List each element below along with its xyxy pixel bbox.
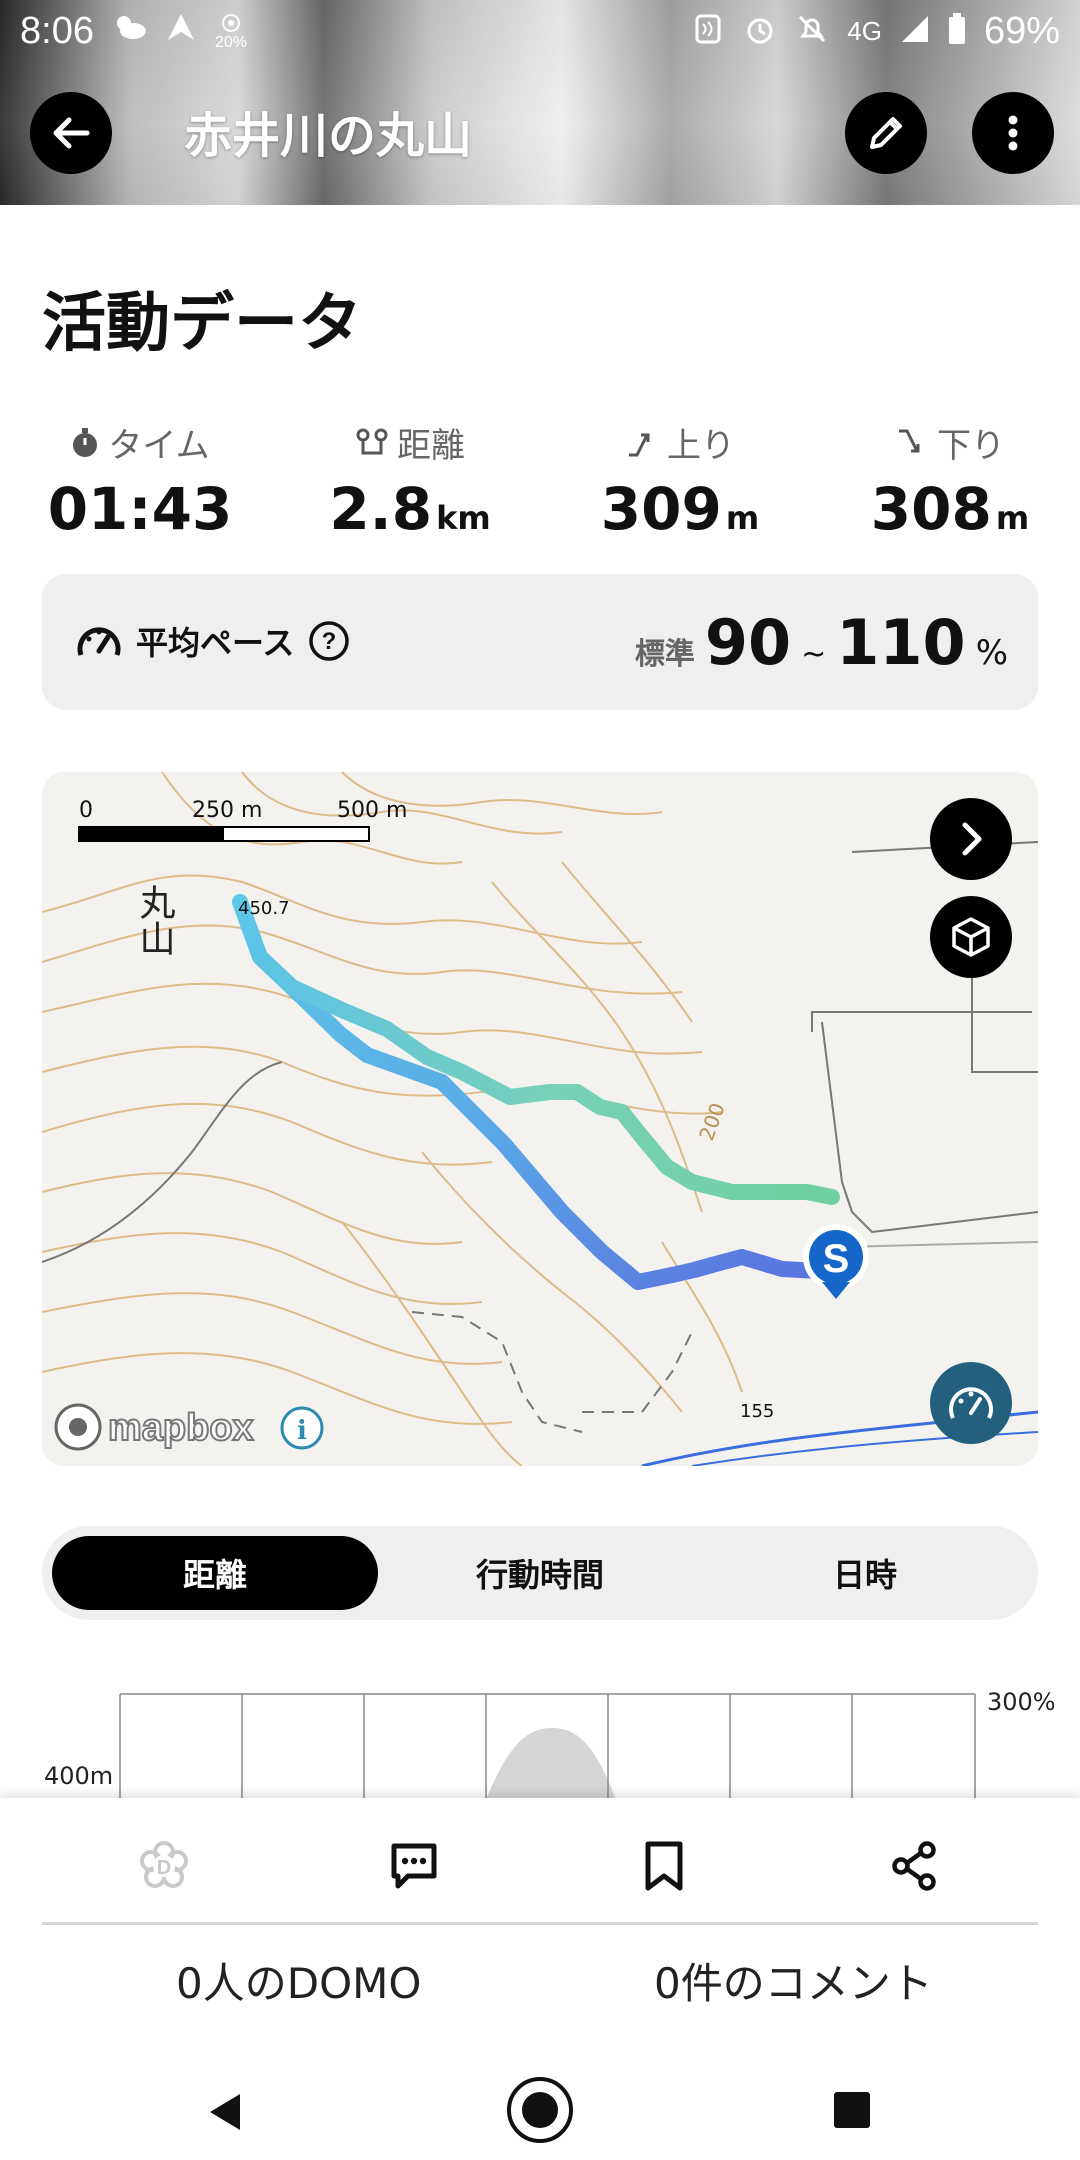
chevron-right-icon: [962, 822, 982, 856]
battery-icon: [948, 12, 966, 50]
ascent-icon: [629, 433, 650, 456]
domo-flower-icon: D: [140, 1841, 188, 1888]
pace-label: 平均ペース: [136, 624, 295, 662]
domo-button[interactable]: D: [132, 1834, 196, 1898]
tab-moving-time[interactable]: 行動時間: [377, 1536, 703, 1610]
stat-distance-label: 距離: [397, 426, 465, 466]
stat-descent-unit: m: [995, 499, 1030, 537]
start-marker-label: S: [823, 1237, 850, 1281]
share-icon: [892, 1841, 936, 1891]
descent-icon: [899, 429, 920, 452]
stat-ascent: 上り 309 m: [580, 418, 780, 543]
comment-count[interactable]: 0件のコメント: [654, 1950, 933, 2011]
nav-recents-icon[interactable]: [830, 2088, 874, 2132]
stat-time-value: 01:43: [47, 475, 233, 543]
stat-descent-value: 308: [870, 475, 992, 543]
back-button[interactable]: [30, 92, 112, 174]
stat-ascent-value: 309: [600, 475, 722, 543]
bookmark-button[interactable]: [632, 1834, 696, 1898]
stats-row: タイム 01:43 距離 2.8 km 上り 309 m 下り 308 m: [0, 418, 1080, 543]
navigation-icon: [166, 12, 196, 50]
comment-icon: [391, 1843, 437, 1889]
stat-ascent-unit: m: [725, 499, 760, 537]
temperature-badge: 20%: [214, 13, 248, 50]
stopwatch-icon: [73, 427, 98, 457]
stat-time-label: タイム: [108, 426, 210, 466]
svg-text:?: ?: [322, 628, 337, 655]
status-bar: 8:06 20% 4G 69%: [0, 0, 1080, 62]
elevation-area: [486, 1728, 616, 1800]
nav-back-icon[interactable]: [200, 2082, 248, 2142]
more-button[interactable]: [972, 92, 1054, 174]
stat-distance-unit: km: [436, 499, 491, 537]
action-bar: D 0人のDOMO 0件のコメント: [0, 1798, 1080, 2068]
weather-icon: [112, 12, 148, 50]
pencil-icon: [870, 117, 902, 149]
temperature-text: 20%: [214, 33, 247, 51]
battery-percent: 69%: [983, 9, 1060, 52]
section-title: 活動データ: [42, 287, 362, 361]
alarm-icon: [743, 12, 777, 51]
map-3d-button[interactable]: [930, 896, 1012, 978]
system-nav-bar: [0, 2068, 1080, 2160]
mapbox-logo: mapbox: [54, 1403, 255, 1451]
scale-label-250: 250 m: [192, 798, 262, 823]
tab-distance[interactable]: 距離: [52, 1536, 378, 1610]
mapbox-attribution: mapbox: [108, 1407, 254, 1449]
chart-y-label: 400m: [44, 1762, 113, 1790]
status-time: 8:06: [20, 9, 94, 52]
stat-descent: 下り 308 m: [850, 418, 1050, 543]
speedometer-icon: [77, 627, 121, 656]
map-expand-button[interactable]: [930, 798, 1012, 880]
info-icon[interactable]: i: [280, 1406, 324, 1450]
edit-button[interactable]: [845, 92, 927, 174]
stat-distance-value: 2.8: [329, 475, 433, 543]
chart-right-label: 300%: [987, 1688, 1056, 1716]
cube-icon: [952, 917, 990, 957]
topographic-map: 0 250 m 500 m 丸山 450.7 200 155 S mapbox …: [42, 772, 1038, 1466]
bookmark-icon: [645, 1841, 683, 1891]
stat-distance: 距離 2.8 km: [310, 418, 510, 543]
more-vertical-icon: [1008, 115, 1018, 151]
route-map[interactable]: 0 250 m 500 m 丸山 450.7 200 155 S mapbox …: [42, 772, 1038, 1466]
average-pace-card[interactable]: 平均ペース ? 標準 90 ~ 110 %: [42, 574, 1038, 710]
help-icon[interactable]: ?: [308, 620, 350, 662]
signal-icon: [900, 14, 930, 49]
arrow-left-icon: [53, 117, 90, 149]
pace-standard-label: 標準: [634, 637, 695, 672]
stat-time: タイム 01:43: [40, 418, 240, 543]
nfc-icon: [691, 12, 725, 51]
map-pace-button[interactable]: [930, 1362, 1012, 1444]
peak-elevation: 450.7: [238, 898, 290, 919]
svg-text:i: i: [297, 1416, 307, 1446]
spot-height: 155: [740, 1401, 774, 1422]
mute-icon: [795, 12, 829, 51]
pace-unit: %: [975, 633, 1008, 673]
route-icon: [356, 428, 388, 454]
domo-count[interactable]: 0人のDOMO: [176, 1950, 421, 2011]
pace-max: 110: [836, 606, 966, 679]
peak-name: 丸山: [134, 884, 175, 956]
chart-axis-toggle: 距離 行動時間 日時: [42, 1526, 1038, 1620]
pace-min: 90: [704, 606, 792, 679]
comment-button[interactable]: [382, 1834, 446, 1898]
speedometer-icon: [949, 1387, 993, 1419]
stat-ascent-label: 上り: [667, 426, 735, 466]
action-divider: [42, 1922, 1038, 1925]
pace-tilde: ~: [801, 637, 827, 672]
svg-text:D: D: [157, 1857, 171, 1879]
page-title: 赤井川の丸山: [184, 108, 473, 164]
stat-descent-label: 下り: [937, 426, 1005, 466]
network-type: 4G: [847, 15, 882, 46]
share-button[interactable]: [882, 1834, 946, 1898]
tab-datetime[interactable]: 日時: [702, 1536, 1028, 1610]
scale-label-500: 500 m: [337, 798, 407, 823]
nav-home-icon[interactable]: [504, 2074, 576, 2146]
elevation-chart: 400m 300%: [0, 1680, 1080, 1800]
scale-label-0: 0: [79, 798, 93, 823]
